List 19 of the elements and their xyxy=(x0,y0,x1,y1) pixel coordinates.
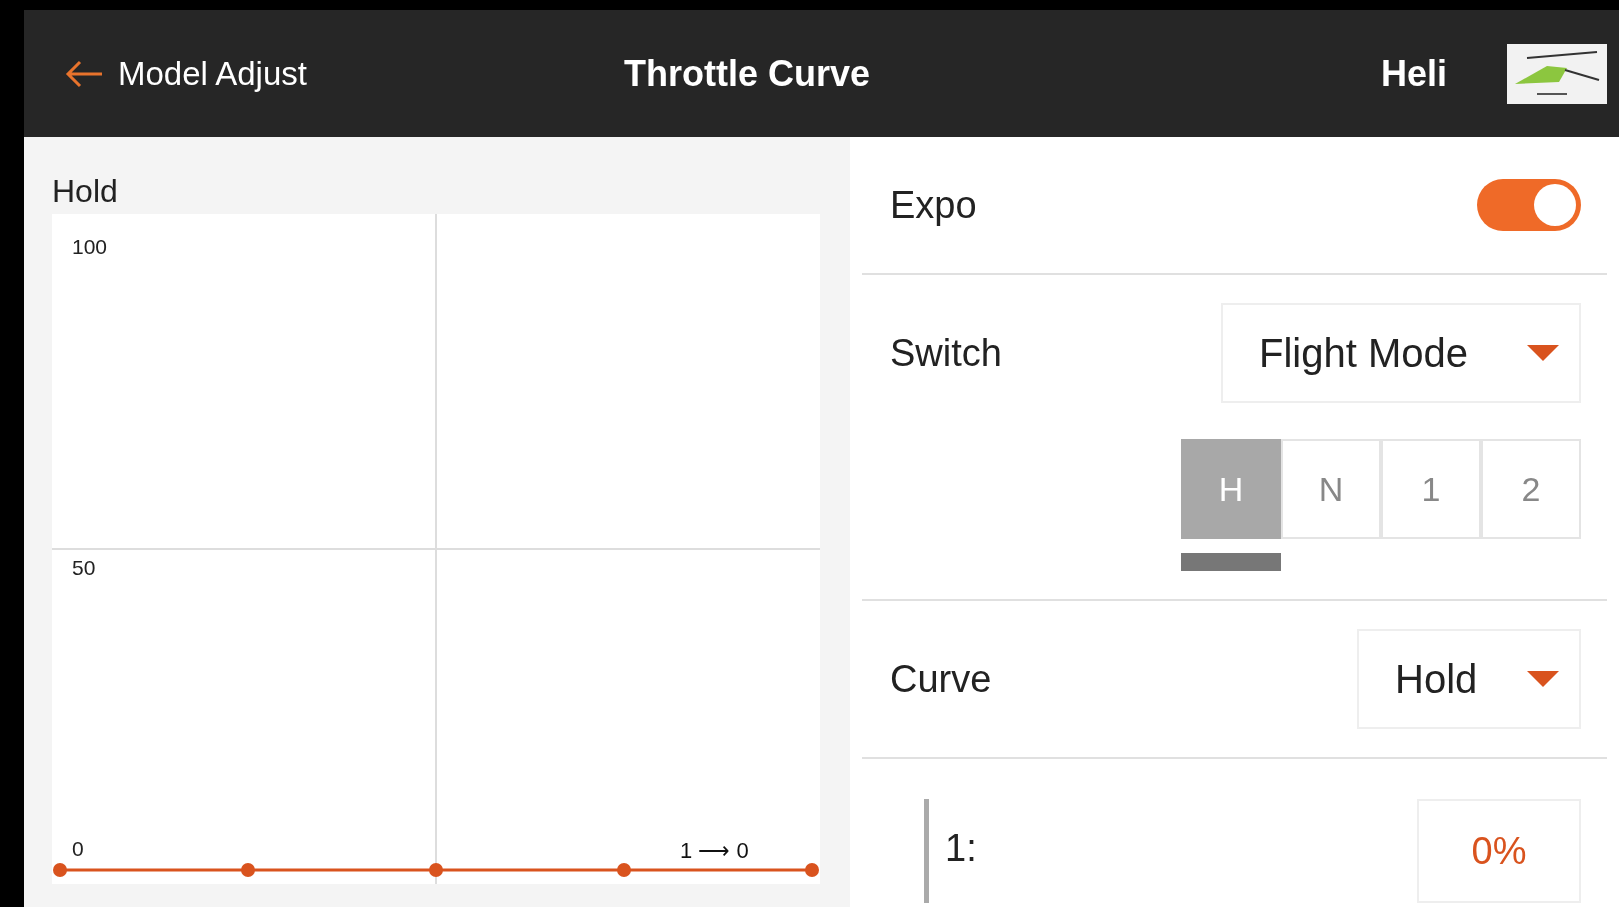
switch-label: Switch xyxy=(890,331,1002,375)
expo-label: Expo xyxy=(890,183,977,227)
curve-label: Curve xyxy=(890,657,992,701)
y-tick-label: 0 xyxy=(72,836,84,860)
curve-dropdown[interactable]: Hold xyxy=(1357,629,1581,729)
screen-title: Throttle Curve xyxy=(624,52,872,95)
flight-mode-tab[interactable]: 1 xyxy=(1381,439,1481,539)
point-readout: 1 ⟶ 0 xyxy=(680,838,749,863)
flight-mode-tab[interactable]: H xyxy=(1181,439,1281,539)
flight-mode-tab[interactable]: 2 xyxy=(1481,439,1581,539)
switch-dropdown[interactable]: Flight Mode xyxy=(1221,303,1581,403)
model-type: Heli xyxy=(1380,52,1447,95)
point-label: 1: xyxy=(924,799,977,903)
point-value-field[interactable]: 0% xyxy=(1417,799,1581,903)
flight-mode-tab[interactable]: N xyxy=(1281,439,1381,539)
back-button[interactable]: Model Adjust xyxy=(64,54,624,93)
curve-label: Hold xyxy=(52,172,119,211)
y-tick-label: 100 xyxy=(72,234,108,258)
y-tick-label: 50 xyxy=(72,555,96,579)
